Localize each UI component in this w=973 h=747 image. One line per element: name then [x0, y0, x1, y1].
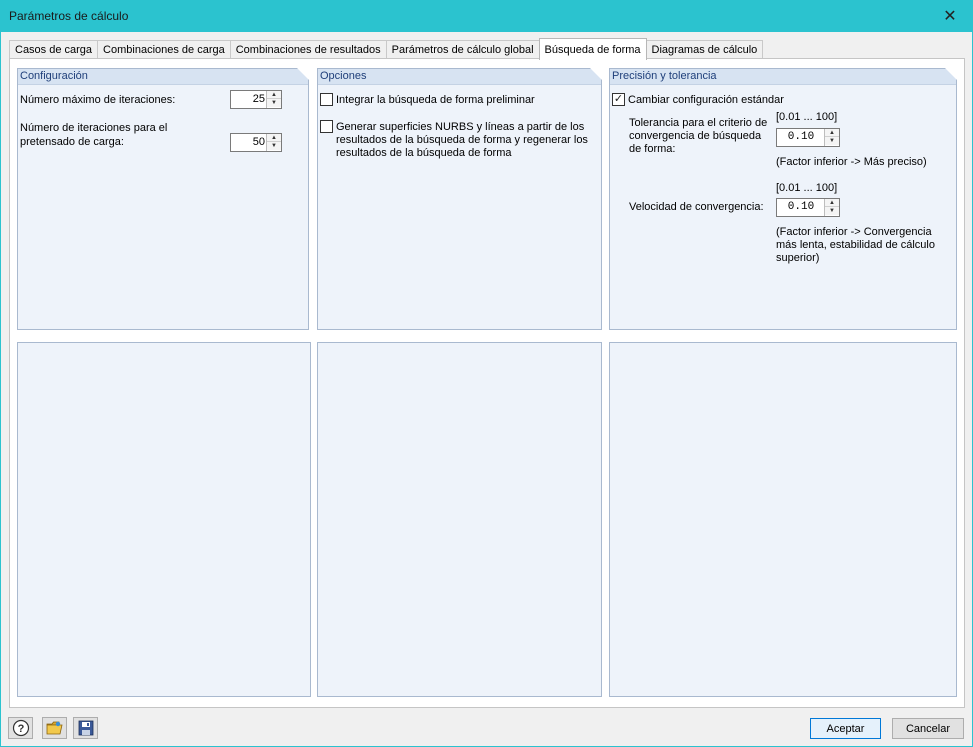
open-folder-icon — [46, 721, 62, 735]
velocidad-note-line3: superior) — [776, 252, 820, 264]
panel-title: Opciones — [320, 70, 367, 82]
generar-nurbs-label-line3[interactable]: resultados de la búsqueda de forma — [336, 147, 512, 160]
integrar-preliminar-label[interactable]: Integrar la búsqueda de forma preliminar — [336, 94, 535, 107]
spinner-buttons: ▲ ▼ — [824, 199, 839, 216]
help-icon: ? — [12, 719, 29, 737]
generar-nurbs-label-line2[interactable]: resultados de la búsqueda de forma y reg… — [336, 134, 588, 147]
svg-text:?: ? — [17, 723, 24, 735]
panel-precision-tolerancia: Precisión y tolerancia ✓ Cambiar configu… — [609, 68, 957, 330]
spinner-buttons: ▲ ▼ — [266, 134, 281, 151]
tolerancia-value[interactable]: 0.10 — [779, 131, 823, 143]
velocidad-value[interactable]: 0.10 — [779, 201, 823, 213]
cancel-button[interactable]: Cancelar — [892, 718, 964, 739]
tolerancia-spinner[interactable]: 0.10 ▲ ▼ — [776, 128, 840, 147]
title-bar: Parámetros de cálculo ✕ — [0, 0, 973, 32]
panel-empty-left — [17, 342, 311, 697]
tolerancia-label-line2: convergencia de búsqueda — [629, 130, 762, 142]
integrar-preliminar-checkbox[interactable] — [320, 93, 333, 106]
panel-header: Opciones — [318, 68, 602, 85]
max-iterations-spinner[interactable]: 25 ▲ ▼ — [230, 90, 282, 109]
cambiar-config-checkbox[interactable]: ✓ — [612, 93, 625, 106]
tab-diagramas-de-calculo[interactable]: Diagramas de cálculo — [645, 40, 764, 59]
tab-strip: Casos de carga Combinaciones de carga Co… — [9, 38, 764, 60]
panel-opciones: Opciones Integrar la búsqueda de forma p… — [317, 68, 602, 330]
tab-combinaciones-de-resultados[interactable]: Combinaciones de resultados — [229, 40, 387, 59]
pretensado-label-line1: Número de iteraciones para el — [20, 122, 168, 134]
tolerancia-range: [0.01 ... 100] — [776, 111, 838, 123]
max-iterations-value[interactable]: 25 — [233, 93, 265, 105]
spin-up-icon[interactable]: ▲ — [825, 199, 839, 207]
spinner-buttons: ▲ ▼ — [266, 91, 281, 108]
tolerancia-note: (Factor inferior -> Más preciso) — [776, 156, 927, 168]
spin-up-icon[interactable]: ▲ — [825, 129, 839, 137]
pretensado-iterations-spinner[interactable]: 50 ▲ ▼ — [230, 133, 282, 152]
spin-down-icon[interactable]: ▼ — [267, 142, 281, 150]
panel-corner — [945, 68, 957, 80]
panel-configuracion: Configuración Número máximo de iteracion… — [17, 68, 309, 330]
spin-down-icon[interactable]: ▼ — [825, 207, 839, 215]
cambiar-config-label[interactable]: Cambiar configuración estándar — [628, 94, 784, 107]
panel-empty-middle — [317, 342, 602, 697]
spinner-buttons: ▲ ▼ — [824, 129, 839, 146]
spin-down-icon[interactable]: ▼ — [825, 137, 839, 145]
tab-parametros-calculo-global[interactable]: Parámetros de cálculo global — [385, 40, 540, 59]
spin-down-icon[interactable]: ▼ — [267, 99, 281, 107]
velocidad-note-line2: más lenta, estabilidad de cálculo — [776, 239, 935, 251]
velocidad-spinner[interactable]: 0.10 ▲ ▼ — [776, 198, 840, 217]
generar-nurbs-checkbox[interactable] — [320, 120, 333, 133]
save-icon — [78, 720, 93, 736]
spin-up-icon[interactable]: ▲ — [267, 134, 281, 142]
save-button[interactable] — [73, 717, 98, 739]
close-icon[interactable]: ✕ — [927, 0, 973, 32]
tab-casos-de-carga[interactable]: Casos de carga — [9, 40, 99, 59]
pretensado-label-line2: pretensado de carga: — [20, 136, 124, 148]
velocidad-label: Velocidad de convergencia: — [629, 201, 764, 213]
panel-header: Configuración — [18, 68, 309, 85]
open-button[interactable] — [42, 717, 67, 739]
panel-corner — [590, 68, 602, 80]
help-button[interactable]: ? — [8, 717, 33, 739]
accept-button[interactable]: Aceptar — [810, 718, 881, 739]
pretensado-iterations-value[interactable]: 50 — [233, 136, 265, 148]
window-title: Parámetros de cálculo — [9, 9, 129, 23]
velocidad-note-line1: (Factor inferior -> Convergencia — [776, 226, 932, 238]
tab-content: Configuración Número máximo de iteracion… — [9, 58, 965, 708]
max-iterations-label: Número máximo de iteraciones: — [20, 94, 176, 106]
panel-empty-right — [609, 342, 957, 697]
velocidad-range: [0.01 ... 100] — [776, 182, 838, 194]
tab-busqueda-de-forma[interactable]: Búsqueda de forma — [538, 38, 647, 60]
panel-header: Precisión y tolerancia — [610, 68, 957, 85]
tolerancia-label-line1: Tolerancia para el criterio de — [629, 117, 768, 129]
tab-combinaciones-de-carga[interactable]: Combinaciones de carga — [97, 40, 231, 59]
panel-corner — [297, 68, 309, 80]
tolerancia-label-line3: de forma: — [629, 143, 676, 155]
generar-nurbs-label-line1[interactable]: Generar superficies NURBS y líneas a par… — [336, 121, 584, 134]
panel-title: Configuración — [20, 70, 88, 82]
spin-up-icon[interactable]: ▲ — [267, 91, 281, 99]
panel-title: Precisión y tolerancia — [612, 70, 717, 82]
